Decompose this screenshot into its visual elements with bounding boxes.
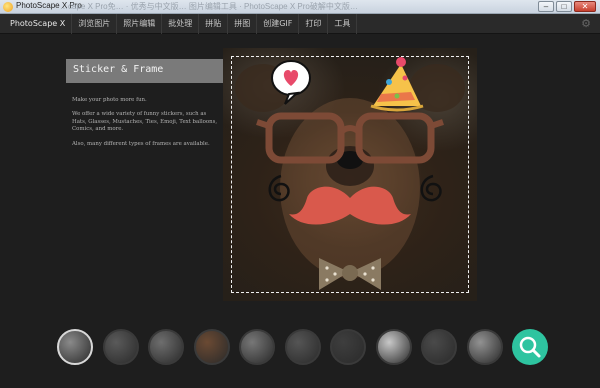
minimize-button[interactable]: – [538, 1, 554, 12]
window-title-ghost: …cape X Pro免… · 优秀与中文版… 图片编辑工具 · PhotoSc… [60, 2, 358, 11]
dashed-frame [231, 56, 469, 293]
menu-bar: PhotoScape X 浏览图片 照片编辑 批处理 拼贴 拼图 创建GIF 打… [0, 13, 600, 34]
app-icon [3, 2, 13, 12]
main-area: Sticker & Frame Make your photo more fun… [0, 35, 600, 388]
thumb-7[interactable] [330, 329, 366, 365]
thumb-2[interactable] [103, 329, 139, 365]
thumb-4[interactable] [194, 329, 230, 365]
menu-item-viewer[interactable]: 浏览图片 [72, 13, 118, 34]
sample-photo [223, 48, 477, 301]
menu-item-tools[interactable]: 工具 [328, 13, 358, 34]
thumb-10[interactable] [467, 329, 503, 365]
thumb-8[interactable] [376, 329, 412, 365]
search-thumb-button[interactable] [512, 329, 548, 365]
info-paragraph: Also, many different types of frames are… [72, 140, 210, 147]
thumb-6[interactable] [285, 329, 321, 365]
maximize-button[interactable]: □ [556, 1, 572, 12]
window-titlebar: PhotoScape X Pro …cape X Pro免… · 优秀与中文版…… [0, 0, 600, 14]
menu-brand[interactable]: PhotoScape X [8, 13, 73, 34]
info-title: Sticker & Frame [73, 64, 164, 75]
menu-item-collage[interactable]: 拼贴 [199, 13, 229, 34]
info-description: Make your photo more fun. We offer a wid… [72, 97, 222, 155]
menu-item-batch[interactable]: 批处理 [162, 13, 200, 34]
menu-item-combine[interactable]: 拼图 [228, 13, 258, 34]
search-icon [519, 336, 541, 358]
info-paragraph: We offer a wide variety of funny sticker… [72, 111, 218, 133]
thumb-3[interactable] [148, 329, 184, 365]
info-header: Sticker & Frame [66, 59, 238, 83]
menu-item-editor[interactable]: 照片编辑 [117, 13, 163, 34]
thumb-5[interactable] [239, 329, 275, 365]
thumb-9[interactable] [421, 329, 457, 365]
menu-item-gif[interactable]: 创建GIF [257, 13, 300, 34]
info-paragraph: Make your photo more fun. [72, 97, 147, 103]
thumbnail-strip [57, 329, 548, 365]
gear-icon[interactable]: ⚙ [580, 18, 592, 30]
menu-item-print[interactable]: 打印 [299, 13, 329, 34]
close-button[interactable]: ✕ [574, 1, 596, 12]
thumb-1[interactable] [57, 329, 93, 365]
